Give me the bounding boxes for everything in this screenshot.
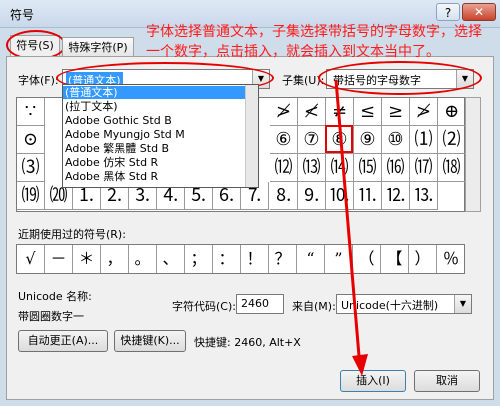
recent-symbol[interactable]: ％ <box>437 245 465 273</box>
tab-special-characters[interactable]: 特殊字符(P) <box>62 37 134 57</box>
symbol-cell[interactable]: ⑥ <box>270 126 298 154</box>
symbol-cell[interactable]: ⒏ <box>270 182 298 210</box>
symbol-cell[interactable]: ⊕ <box>438 98 466 126</box>
chevron-down-icon[interactable]: ▼ <box>454 295 471 313</box>
dropdown-item[interactable]: Adobe 黑体 Std R <box>63 170 247 183</box>
from-label: 来自(M): <box>292 300 336 313</box>
symbol-cell[interactable]: ≯ <box>410 98 438 126</box>
window-title: 符号 <box>10 8 35 22</box>
recent-symbol[interactable]: ？ <box>269 245 297 273</box>
grid-scrollbar[interactable] <box>465 97 481 212</box>
recent-symbol[interactable]: 。 <box>129 245 157 273</box>
symbol-cell[interactable]: ⑶ <box>17 154 45 182</box>
dropdown-item[interactable]: Adobe 繁黑體 Std B <box>63 142 247 155</box>
recent-symbol[interactable]: ： <box>213 245 241 273</box>
recent-symbol[interactable]: ！ <box>241 245 269 273</box>
cancel-button[interactable]: 取消 <box>414 370 480 392</box>
symbol-cell[interactable]: ⒄ <box>410 154 438 182</box>
recent-symbol[interactable]: ＊ <box>73 245 101 273</box>
dropdown-item[interactable]: (拉丁文本) <box>63 100 247 113</box>
recent-symbol[interactable]: ） <box>409 245 437 273</box>
shortcut-key-button[interactable]: 快捷键(K)... <box>114 330 186 352</box>
dropdown-item[interactable]: Adobe Gothic Std B <box>63 114 247 127</box>
unicode-name-value: 带圆圈数字一 <box>18 310 84 323</box>
font-label: 字体(F): <box>18 74 59 87</box>
dropdown-item[interactable]: Adobe Myungjo Std M <box>63 128 247 141</box>
symbol-cell[interactable]: ≥ <box>382 98 410 126</box>
symbol-cell[interactable]: ⒆ <box>17 182 45 210</box>
close-button[interactable]: ✕ <box>462 3 496 21</box>
recent-symbol[interactable]: － <box>45 245 73 273</box>
symbol-cell[interactable]: ⒅ <box>438 154 466 182</box>
recent-symbol[interactable]: 【 <box>381 245 409 273</box>
shortcut-text: 快捷键: 2460, Alt+X <box>194 336 301 349</box>
recent-symbol[interactable]: “ <box>297 245 325 273</box>
recent-label: 近期使用过的符号(R): <box>18 228 126 241</box>
symbol-cell[interactable]: ⒔ <box>410 182 438 210</box>
symbol-cell[interactable]: ≯ <box>270 98 298 126</box>
symbol-cell[interactable]: ∵ <box>17 98 45 126</box>
recent-symbol[interactable]: ； <box>185 245 213 273</box>
symbol-cell[interactable]: ⒐ <box>298 182 326 210</box>
recent-symbols-row[interactable]: √ － ＊ ， 。 、 ； ： ！ ？ “ ” （ 【 ） ％ <box>16 244 465 274</box>
recent-symbol[interactable]: 、 <box>157 245 185 273</box>
symbol-cell[interactable]: ⒃ <box>382 154 410 182</box>
symbol-cell[interactable]: ⑦ <box>298 126 326 154</box>
dropdown-item[interactable]: Adobe 仿宋 Std R <box>63 156 247 169</box>
help-button[interactable]: ? <box>436 3 460 21</box>
unicode-name-label: Unicode 名称: <box>18 290 92 303</box>
symbol-cell[interactable]: ⑿ <box>270 154 298 182</box>
symbol-cell[interactable]: ⑵ <box>438 126 466 154</box>
symbol-cell[interactable]: ≮ <box>298 98 326 126</box>
autocorrect-button[interactable]: 自动更正(A)... <box>18 330 108 352</box>
annotation-arrow-icon <box>334 79 368 376</box>
charcode-input[interactable]: 2460 <box>236 294 284 314</box>
charcode-label: 字符代码(C): <box>172 300 236 313</box>
recent-symbol[interactable]: ， <box>101 245 129 273</box>
annotation-text: 字体选择普通文本，子集选择带括号的字母数字，选择一个数字，点击插入，就会插入到文… <box>146 24 482 60</box>
symbol-cell[interactable]: ⑴ <box>410 126 438 154</box>
dropdown-scrollbar[interactable] <box>245 85 258 187</box>
font-dropdown-list[interactable]: (普通文本) (拉丁文本) Adobe Gothic Std B Adobe M… <box>62 84 259 188</box>
symbol-cell[interactable]: ⑩ <box>382 126 410 154</box>
symbol-cell[interactable]: ⒓ <box>382 182 410 210</box>
dropdown-item[interactable]: (普通文本) <box>63 86 247 99</box>
symbol-cell[interactable]: ⊙ <box>17 126 45 154</box>
symbol-cell[interactable]: ⒀ <box>298 154 326 182</box>
recent-symbol[interactable]: √ <box>17 245 45 273</box>
